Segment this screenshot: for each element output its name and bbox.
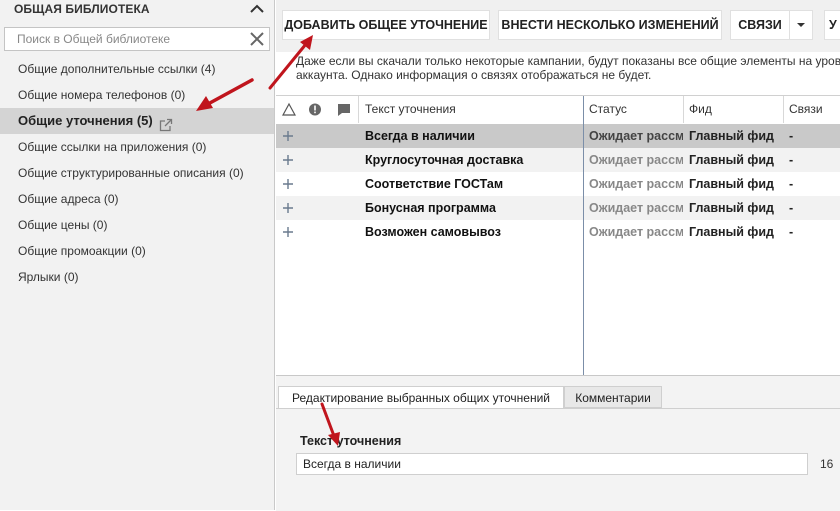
sidebar-item-shared-phones[interactable]: Общие номера телефонов (0) bbox=[0, 82, 274, 108]
callout-text-label: Текст уточнения bbox=[300, 434, 402, 448]
column-header-links[interactable]: Связи bbox=[789, 96, 823, 123]
pane-divider[interactable] bbox=[583, 96, 584, 376]
status-cell: Ожидает рассмотрения bbox=[589, 129, 683, 143]
external-link-icon[interactable] bbox=[159, 115, 173, 131]
sidebar-item-shared-structured-snippets[interactable]: Общие структурированные описания (0) bbox=[0, 160, 274, 186]
feed-cell: Главный фид bbox=[689, 177, 774, 191]
table-row[interactable]: Возможен самовывоз Ожидает рассмотрения … bbox=[276, 220, 840, 244]
column-header-text[interactable]: Текст уточнения bbox=[365, 96, 456, 123]
callout-text-cell: Возможен самовывоз bbox=[365, 225, 501, 239]
warning-triangle-icon[interactable] bbox=[281, 96, 297, 123]
tab-comments[interactable]: Комментарии bbox=[564, 386, 662, 408]
sidebar-header: ОБЩАЯ БИБЛИОТЕКА bbox=[0, 0, 274, 22]
tab-divider bbox=[276, 408, 840, 409]
sidebar-item-label: Ярлыки (0) bbox=[18, 270, 79, 284]
status-cell: Ожидает рассмотрения bbox=[589, 225, 683, 239]
toolbar: ДОБАВИТЬ ОБЩЕЕ УТОЧНЕНИЕ ВНЕСТИ НЕСКОЛЬК… bbox=[276, 0, 840, 52]
sidebar-item-shared-sitelinks[interactable]: Общие дополнительные ссылки (4) bbox=[0, 56, 274, 82]
feed-cell: Главный фид bbox=[689, 129, 774, 143]
plus-icon[interactable] bbox=[282, 220, 298, 244]
plus-icon[interactable] bbox=[282, 196, 298, 220]
links-cell: - bbox=[789, 153, 794, 167]
sidebar-item-label: Общие ссылки на приложения (0) bbox=[18, 140, 207, 154]
truncated-toolbar-button[interactable]: У bbox=[824, 10, 840, 40]
sidebar-item-shared-app-links[interactable]: Общие ссылки на приложения (0) bbox=[0, 134, 274, 160]
char-count: 16 bbox=[820, 457, 834, 471]
sidebar-item-label: Общие промоакции (0) bbox=[18, 244, 146, 258]
table-row[interactable]: Соответствие ГОСТам Ожидает рассмотрения… bbox=[276, 172, 840, 196]
plus-icon[interactable] bbox=[282, 172, 298, 196]
table-row[interactable]: Круглосуточная доставка Ожидает рассмотр… bbox=[276, 148, 840, 172]
column-separator[interactable] bbox=[358, 96, 359, 123]
notice-text: Даже если вы скачали только некоторые ка… bbox=[296, 54, 840, 82]
error-circle-icon[interactable] bbox=[308, 96, 322, 123]
callout-text-field[interactable] bbox=[296, 453, 808, 475]
make-multiple-changes-button[interactable]: ВНЕСТИ НЕСКОЛЬКО ИЗМЕНЕНИЙ bbox=[498, 10, 722, 40]
sidebar-search-box bbox=[4, 27, 270, 51]
feed-cell: Главный фид bbox=[689, 225, 774, 239]
plus-icon[interactable] bbox=[282, 124, 298, 148]
table-row[interactable]: Всегда в наличии Ожидает рассмотрения Гл… bbox=[276, 124, 840, 148]
notice-area: Даже если вы скачали только некоторые ка… bbox=[276, 52, 840, 94]
links-cell: - bbox=[789, 129, 794, 143]
tab-edit-selected[interactable]: Редактирование выбранных общих уточнений bbox=[278, 386, 564, 408]
comment-icon[interactable] bbox=[336, 96, 352, 123]
links-button[interactable]: СВЯЗИ bbox=[730, 10, 790, 40]
links-cell: - bbox=[789, 177, 794, 191]
status-cell: Ожидает рассмотрения bbox=[589, 153, 683, 167]
callout-text-cell: Соответствие ГОСТам bbox=[365, 177, 504, 191]
sidebar-item-label: Общие номера телефонов (0) bbox=[18, 88, 186, 102]
sidebar-item-shared-prices[interactable]: Общие цены (0) bbox=[0, 212, 274, 238]
dropdown-caret-icon[interactable] bbox=[789, 10, 813, 40]
sidebar-item-label: Общие структурированные описания (0) bbox=[18, 166, 244, 180]
sidebar-title: ОБЩАЯ БИБЛИОТЕКА bbox=[14, 2, 150, 16]
sidebar-item-shared-addresses[interactable]: Общие адреса (0) bbox=[0, 186, 274, 212]
plus-icon[interactable] bbox=[282, 148, 298, 172]
sidebar-list: Общие дополнительные ссылки (4) Общие но… bbox=[0, 56, 274, 290]
sidebar-item-label: Общие адреса (0) bbox=[18, 192, 119, 206]
table-header: Текст уточнения Статус Фид Связи bbox=[276, 96, 840, 123]
status-cell: Ожидает рассмотрения bbox=[589, 201, 683, 215]
callout-text-cell: Круглосуточная доставка bbox=[365, 153, 524, 167]
add-shared-callout-button[interactable]: ДОБАВИТЬ ОБЩЕЕ УТОЧНЕНИЕ bbox=[282, 10, 490, 40]
callout-text-cell: Бонусная программа bbox=[365, 201, 496, 215]
status-cell: Ожидает рассмотрения bbox=[589, 177, 683, 191]
column-header-feed[interactable]: Фид bbox=[689, 96, 712, 123]
column-separator[interactable] bbox=[683, 96, 684, 123]
table-row[interactable]: Бонусная программа Ожидает рассмотрения … bbox=[276, 196, 840, 220]
column-separator[interactable] bbox=[783, 96, 784, 123]
callouts-table: Текст уточнения Статус Фид Связи Всегда … bbox=[276, 95, 840, 376]
sidebar-item-labels[interactable]: Ярлыки (0) bbox=[0, 264, 274, 290]
sidebar-item-label: Общие цены (0) bbox=[18, 218, 108, 232]
column-header-status[interactable]: Статус bbox=[589, 96, 627, 123]
sidebar-item-shared-promotions[interactable]: Общие промоакции (0) bbox=[0, 238, 274, 264]
sidebar-item-label: Общие уточнения (5) bbox=[18, 113, 153, 128]
chevron-up-icon[interactable] bbox=[248, 0, 266, 18]
sidebar-item-label: Общие дополнительные ссылки (4) bbox=[18, 62, 216, 76]
callout-text-cell: Всегда в наличии bbox=[365, 129, 475, 143]
links-cell: - bbox=[789, 225, 794, 239]
links-cell: - bbox=[789, 201, 794, 215]
edit-panel: Редактирование выбранных общих уточнений… bbox=[276, 375, 840, 511]
feed-cell: Главный фид bbox=[689, 201, 774, 215]
clear-x-icon[interactable] bbox=[249, 31, 265, 47]
shared-library-sidebar: ОБЩАЯ БИБЛИОТЕКА Общие дополнительные сс… bbox=[0, 0, 275, 510]
sidebar-item-shared-callouts[interactable]: Общие уточнения (5) bbox=[0, 108, 274, 134]
sidebar-search-input[interactable] bbox=[5, 28, 253, 50]
feed-cell: Главный фид bbox=[689, 153, 774, 167]
